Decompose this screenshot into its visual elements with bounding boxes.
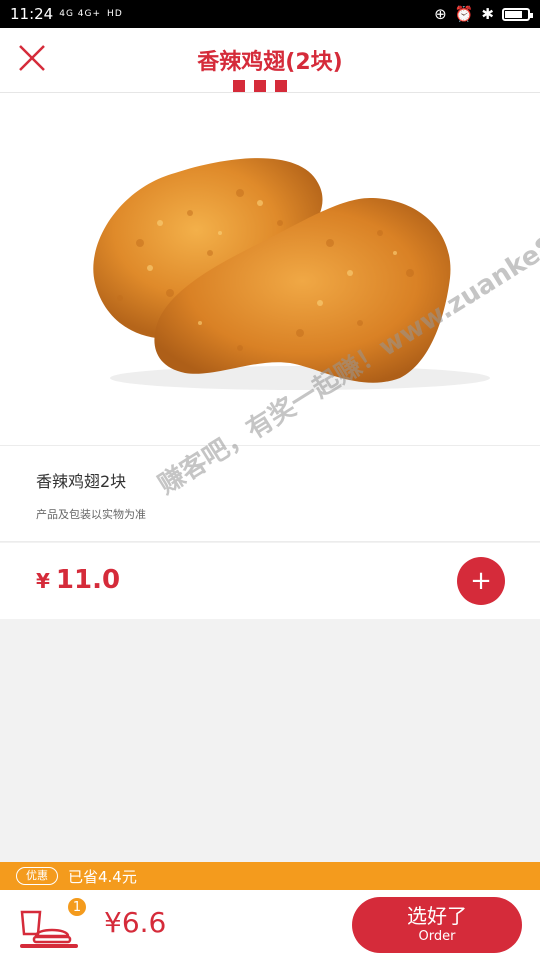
promo-tag: 优惠 — [16, 867, 58, 885]
cart-bar: 1 ¥6.6 选好了 Order — [0, 890, 540, 960]
price-value: 11.0 — [55, 565, 121, 595]
bluetooth-icon: ✱ — [481, 5, 494, 23]
cart-count-badge: 1 — [66, 896, 88, 918]
page-title: 香辣鸡翅(2块) — [197, 50, 343, 75]
product-note: 产品及包装以实物为准 — [36, 508, 146, 521]
fried-chicken-image — [93, 158, 490, 390]
product-price: ¥11.0 — [36, 565, 120, 595]
order-button[interactable]: 选好了 Order — [352, 897, 522, 953]
promo-bar: 优惠 已省4.4元 — [0, 862, 540, 890]
currency-symbol: ¥ — [36, 569, 50, 593]
price-row: ¥11.0 + — [0, 543, 540, 619]
product-name: 香辣鸡翅2块 — [36, 472, 127, 491]
network-type: HD — [107, 9, 123, 19]
cart-total: ¥6.6 — [104, 906, 167, 939]
status-time: 11:24 — [10, 5, 54, 23]
promo-text: 已省4.4元 — [68, 867, 137, 886]
battery-icon — [502, 7, 533, 21]
add-to-cart-button[interactable]: + — [457, 557, 505, 605]
alarm-icon: ⏰ — [454, 5, 474, 23]
brand-stripes — [233, 80, 287, 92]
product-image — [0, 93, 540, 445]
header: 香辣鸡翅(2块) — [0, 28, 540, 93]
status-bar: 11:24 4G 4G+ HD ⊕ ⏰ ✱ — [0, 0, 540, 28]
product-info: 香辣鸡翅2块 产品及包装以实物为准 — [0, 445, 540, 542]
signal-icon: 4G 4G+ — [59, 9, 102, 19]
order-label-en: Order — [418, 929, 456, 944]
lock-rotation-icon: ⊕ — [434, 5, 447, 23]
order-label-cn: 选好了 — [407, 904, 467, 928]
